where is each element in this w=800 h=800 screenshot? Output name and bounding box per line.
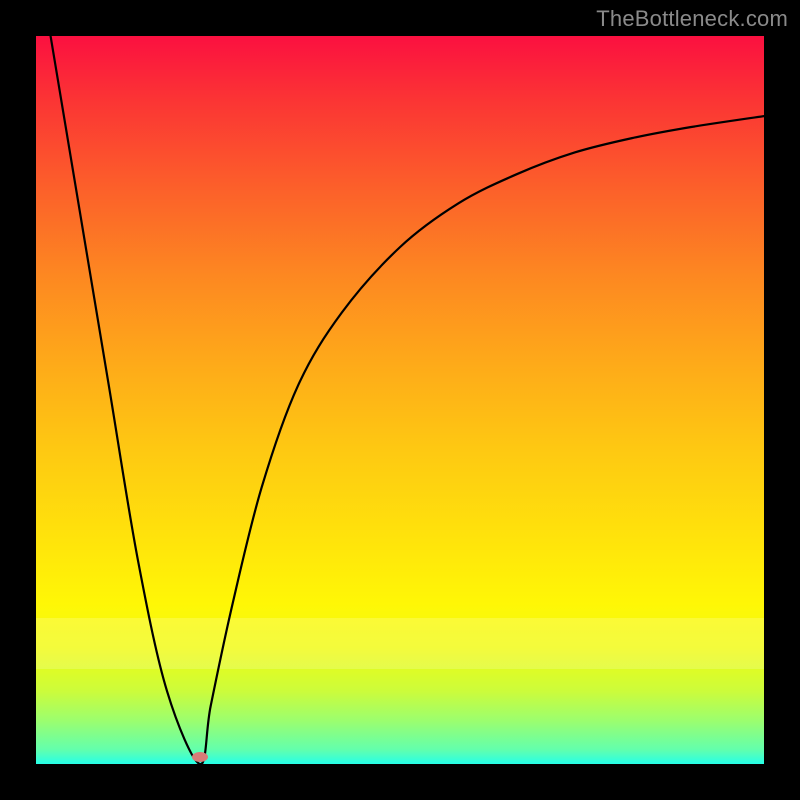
- minimum-marker: [192, 752, 208, 762]
- chart-frame: TheBottleneck.com: [0, 0, 800, 800]
- curve-layer: [36, 36, 764, 764]
- watermark-text: TheBottleneck.com: [596, 6, 788, 32]
- plot-area: [36, 36, 764, 764]
- bottleneck-curve: [51, 36, 764, 764]
